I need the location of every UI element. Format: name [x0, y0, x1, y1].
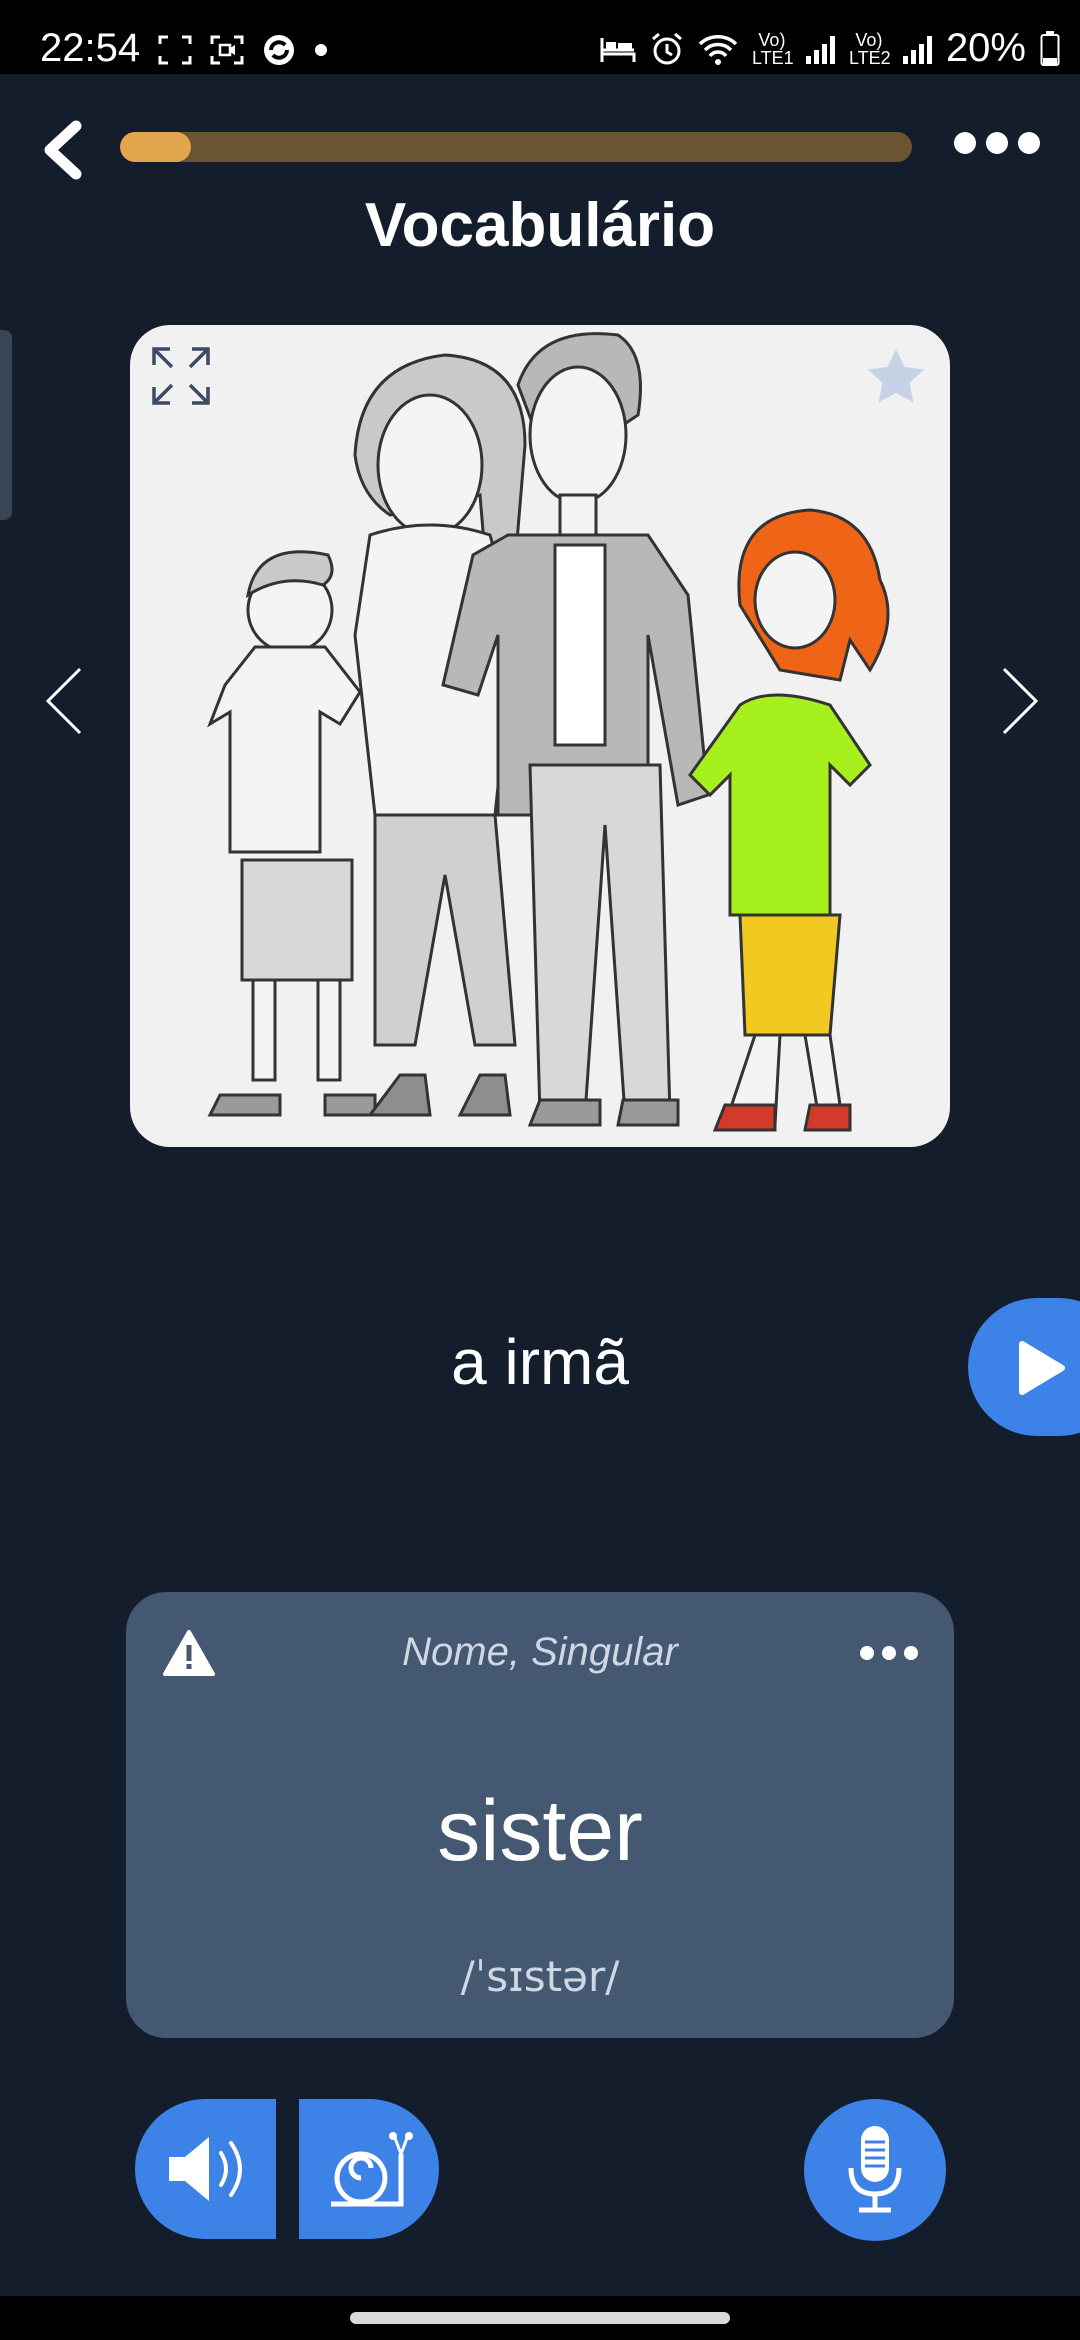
- home-gesture-bar[interactable]: [350, 2312, 730, 2324]
- play-icon: [1019, 1341, 1065, 1395]
- translation-text: sister: [437, 1783, 643, 1879]
- dot-icon: [1018, 132, 1040, 154]
- snail-icon: [331, 2132, 413, 2207]
- status-left-icons: [158, 30, 328, 70]
- favorite-star-icon[interactable]: [862, 343, 930, 411]
- slow-audio-button[interactable]: [299, 2099, 439, 2239]
- dot-icon: [986, 132, 1008, 154]
- boy-figure: [207, 550, 377, 1117]
- card-options-button[interactable]: [860, 1646, 918, 1660]
- signal-bars-1-icon: [805, 34, 835, 64]
- family-illustration: [207, 332, 890, 1132]
- status-right-icons: Vo) LTE1 Vo) LTE2 20%: [600, 26, 1060, 71]
- dot-icon: [904, 1646, 918, 1660]
- expand-image-icon[interactable]: [148, 343, 214, 409]
- notification-dot-icon: [315, 44, 327, 56]
- alarm-icon: [651, 32, 682, 64]
- app-logo-icon: [264, 35, 294, 65]
- status-time: 22:54: [40, 26, 141, 70]
- bed-icon: [600, 37, 636, 62]
- dot-icon: [860, 1646, 874, 1660]
- microphone-icon: [848, 2126, 902, 2213]
- more-options-button[interactable]: [954, 132, 1040, 154]
- speaker-icon: [169, 2137, 242, 2201]
- vocabulary-image-card: [130, 325, 950, 1147]
- screen-record-icon: [210, 35, 244, 65]
- edge-panel-handle[interactable]: [0, 330, 12, 520]
- microphone-button[interactable]: [804, 2099, 946, 2241]
- play-button[interactable]: [968, 1298, 1080, 1436]
- page-title: Vocabulário: [364, 191, 716, 260]
- part-of-speech: Nome, Singular: [402, 1630, 678, 1674]
- previous-card-button[interactable]: [44, 665, 84, 737]
- pronunciation-text: /ˈsɪstər/: [460, 1952, 620, 2001]
- screenshot-icon: [158, 35, 192, 65]
- dot-icon: [882, 1646, 896, 1660]
- battery-icon: [1040, 30, 1060, 66]
- play-audio-button[interactable]: [135, 2099, 276, 2239]
- signal-bars-2-icon: [902, 34, 932, 64]
- battery-percent: 20%: [945, 26, 1026, 70]
- lesson-progress-fill: [120, 132, 192, 162]
- dot-icon: [954, 132, 976, 154]
- translation-card: Nome, Singular sister /ˈsɪstər/: [126, 1592, 954, 2038]
- status-bar: 22:54 Vo) LTE1 Vo) LTE2 20%: [0, 0, 1080, 74]
- back-button[interactable]: [38, 120, 88, 180]
- lesson-progress-bar: [120, 132, 912, 162]
- wifi-icon: [698, 34, 738, 65]
- network-label-2: Vo) LTE2: [848, 29, 891, 68]
- target-word: a irmã: [451, 1326, 629, 1398]
- network-label-1: Vo) LTE1: [751, 29, 794, 68]
- girl-figure: [688, 508, 890, 1132]
- next-card-button[interactable]: [1000, 665, 1040, 737]
